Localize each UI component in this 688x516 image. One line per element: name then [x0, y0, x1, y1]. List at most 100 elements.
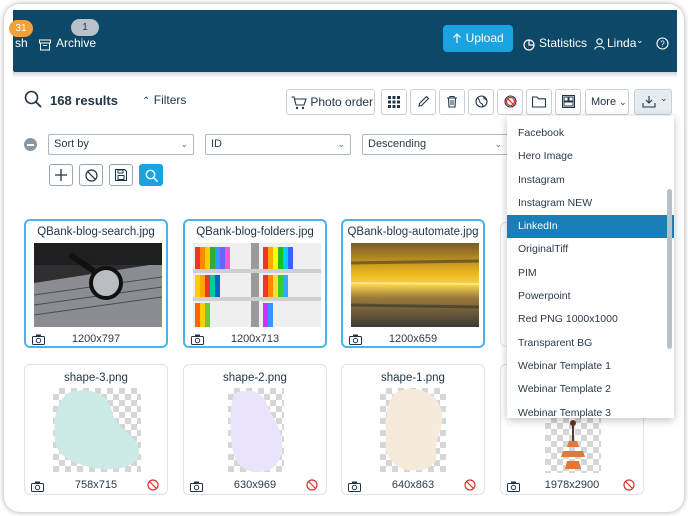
more-label: More: [591, 96, 617, 108]
asset-card[interactable]: QBank-blog-automate.jpg 1200x659: [341, 219, 485, 348]
chevron-down-icon: ⌄: [636, 35, 644, 45]
remove-sort-icon[interactable]: [24, 138, 37, 151]
menu-item-originaltiff[interactable]: OriginalTiff: [507, 238, 674, 261]
asset-thumbnail: [380, 388, 446, 472]
asset-card[interactable]: QBank-blog-folders.jpg 1200x713: [183, 219, 327, 348]
chevron-down-icon: ⌄: [660, 93, 668, 103]
save-filter-button[interactable]: [109, 164, 133, 186]
filters-toggle[interactable]: ⌃ Filters: [142, 93, 186, 107]
cart-icon: [291, 96, 307, 110]
asset-dimensions: 640x863: [391, 479, 435, 491]
publish-button[interactable]: [468, 89, 494, 115]
sort-by-select[interactable]: Sort by ⌄: [48, 134, 194, 155]
unpublish-button[interactable]: [497, 89, 523, 115]
grid-icon: [388, 96, 400, 108]
menu-item-webinar-template-1[interactable]: Webinar Template 1: [507, 355, 674, 378]
chevron-down-icon: ⌄: [494, 139, 502, 149]
sort-direction-value: Descending: [368, 138, 427, 150]
asset-card[interactable]: shape-2.png 630x969: [183, 364, 327, 495]
chevron-down-icon: ⌄: [619, 97, 627, 107]
menu-item-red-png[interactable]: Red PNG 1000x1000: [507, 308, 674, 331]
menu-item-instagram[interactable]: Instagram: [507, 169, 674, 192]
download-button[interactable]: ⌄: [634, 89, 672, 115]
menu-item-hero-image[interactable]: Hero Image: [507, 145, 674, 168]
upload-label: Upload: [465, 31, 504, 45]
edit-button[interactable]: [410, 89, 436, 115]
layout-button[interactable]: [555, 89, 581, 115]
asset-dimensions: 758x715: [74, 479, 118, 491]
asset-thumbnail: [193, 243, 321, 327]
asset-filename: QBank-blog-automate.jpg: [347, 226, 479, 238]
plus-icon: [55, 169, 67, 181]
asset-thumbnail: [228, 388, 284, 472]
menu-item-linkedin[interactable]: LinkedIn: [507, 215, 674, 239]
asset-thumbnail: [351, 243, 479, 327]
statistics-icon: [523, 37, 535, 51]
chevron-down-icon: ⌄: [180, 139, 188, 149]
results-count: 168 results: [50, 93, 118, 108]
upload-button[interactable]: Upload: [443, 25, 513, 52]
move-to-folder-button[interactable]: [526, 89, 552, 115]
archive-count-badge: 1: [71, 19, 99, 36]
menu-scrollbar[interactable]: [667, 189, 672, 349]
sort-direction-select[interactable]: Descending ⌄: [362, 134, 508, 155]
search-icon: [24, 90, 42, 113]
unpublished-icon: [623, 478, 635, 496]
globe-icon: [474, 95, 488, 108]
asset-filename: QBank-blog-search.jpg: [37, 226, 155, 238]
menu-item-webinar-template-3[interactable]: Webinar Template 3: [507, 402, 674, 418]
run-search-button[interactable]: [139, 164, 163, 186]
photo-order-label: Photo order: [310, 95, 374, 109]
asset-card[interactable]: shape-3.png 758x715: [24, 364, 168, 495]
user-menu[interactable]: Linda: [607, 36, 636, 50]
layout-icon: [561, 95, 575, 108]
chevron-down-icon: ⌄: [337, 139, 345, 149]
sort-field-select[interactable]: ID ⌄: [205, 134, 351, 155]
asset-filename: shape-2.png: [223, 372, 287, 384]
top-nav-bar: 31 sh 1 Archive Statistics Linda ⌄ ?: [9, 10, 677, 72]
asset-dimensions: 1200x797: [71, 333, 121, 345]
asset-thumbnail: [34, 243, 162, 327]
archive-icon: [39, 36, 51, 54]
block-icon: [84, 169, 98, 182]
trash-icon: [447, 95, 457, 108]
filters-label: Filters: [153, 93, 187, 107]
asset-card[interactable]: shape-1.png 640x863: [341, 364, 485, 495]
help-icon[interactable]: ?: [656, 36, 669, 50]
nav-statistics-link[interactable]: Statistics: [539, 36, 587, 50]
trash-count-badge: 31: [9, 20, 33, 37]
pencil-icon: [417, 95, 429, 107]
folder-icon: [531, 96, 547, 108]
nav-archive-link[interactable]: Archive: [56, 36, 96, 50]
asset-dimensions: 630x969: [233, 479, 277, 491]
menu-item-powerpoint[interactable]: Powerpoint: [507, 285, 674, 308]
asset-card[interactable]: QBank-blog-search.jpg 1200x797: [24, 219, 168, 348]
upload-icon: [453, 33, 462, 44]
svg-text:?: ?: [660, 40, 665, 49]
asset-filename: shape-1.png: [381, 372, 445, 384]
more-menu-button[interactable]: More ⌄: [585, 89, 629, 115]
topbar-shadow: [13, 72, 677, 78]
menu-item-instagram-new[interactable]: Instagram NEW: [507, 192, 674, 215]
menu-item-transparent-bg[interactable]: Transparent BG: [507, 332, 674, 355]
menu-item-facebook[interactable]: Facebook: [507, 122, 674, 145]
unpublished-icon: [464, 478, 476, 496]
unpublished-icon: [147, 478, 159, 496]
asset-dimensions: 1200x713: [230, 333, 280, 345]
menu-item-webinar-template-2[interactable]: Webinar Template 2: [507, 378, 674, 401]
nav-trash-label[interactable]: sh: [15, 36, 28, 50]
add-filter-button[interactable]: [49, 164, 73, 186]
download-icon: [642, 96, 656, 108]
asset-dimensions: 1978x2900: [544, 479, 600, 491]
asset-filename: shape-3.png: [64, 372, 128, 384]
delete-button[interactable]: [439, 89, 465, 115]
grid-view-button[interactable]: [381, 89, 407, 115]
globe-blocked-icon: [503, 95, 517, 108]
user-icon: [594, 36, 605, 50]
menu-item-pim[interactable]: PIM: [507, 262, 674, 285]
save-icon: [114, 168, 128, 182]
clear-filter-button[interactable]: [79, 164, 103, 186]
photo-order-button[interactable]: Photo order: [286, 89, 375, 115]
sort-field-value: ID: [211, 138, 222, 150]
app-window: 31 sh 1 Archive Statistics Linda ⌄ ? Upl…: [4, 4, 684, 512]
